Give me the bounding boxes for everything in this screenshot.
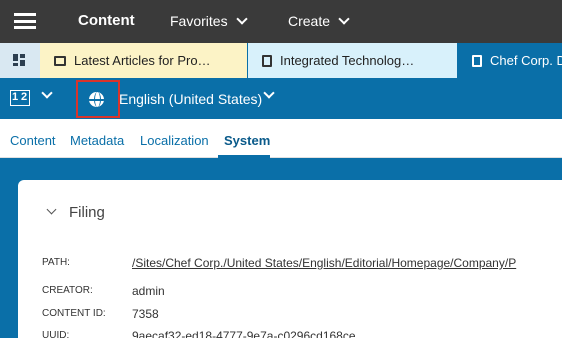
tab-localization[interactable]: Localization (140, 133, 209, 148)
path-label: PATH: (42, 257, 70, 268)
tab-integrated-technology[interactable]: Integrated Technolog… (248, 43, 457, 78)
dashboard-icon (13, 54, 25, 66)
create-label: Create (288, 13, 331, 29)
document-tabs: Latest Articles for Pro… Integrated Tech… (0, 43, 562, 78)
favorites-label: Favorites (170, 13, 228, 29)
uuid-value: 9aecaf32-ed18-4777-9e7a-c0296cd168ce (132, 329, 356, 338)
tab-system[interactable]: System (224, 133, 270, 148)
image-icon (54, 55, 66, 66)
tab-latest-articles[interactable]: Latest Articles for Pro… (40, 43, 247, 78)
favorites-menu[interactable]: Favorites (170, 12, 248, 29)
subtabs-bar: Content Metadata Localization System (0, 119, 562, 158)
tab-chef-corp[interactable]: Chef Corp. D (458, 43, 562, 78)
create-menu[interactable]: Create (288, 12, 350, 29)
content-id-label: CONTENT ID: (42, 308, 106, 319)
creator-value: admin (132, 284, 165, 298)
path-value[interactable]: /Sites/Chef Corp./United States/English/… (132, 256, 516, 270)
language-chevron-down-icon[interactable] (263, 87, 275, 99)
tab-label: Latest Articles for Pro… (74, 53, 211, 68)
tab-label: Integrated Technolog… (280, 53, 415, 68)
creator-label: CREATOR: (42, 285, 93, 296)
dashboard-tab[interactable] (0, 43, 40, 78)
content-id-value: 7358 (132, 307, 159, 321)
hamburger-menu-icon[interactable] (14, 13, 36, 29)
app-title[interactable]: Content (78, 12, 135, 29)
uuid-label: UUID: (42, 330, 70, 338)
page-number-icon[interactable]: 1 2 (10, 90, 30, 106)
filing-section-title[interactable]: Filing (69, 204, 105, 221)
chevron-down-icon (338, 12, 350, 25)
tab-content[interactable]: Content (10, 133, 56, 148)
chevron-down-icon[interactable] (41, 87, 53, 99)
tab-metadata[interactable]: Metadata (70, 133, 124, 148)
document-icon (472, 54, 482, 67)
top-bar: Content Favorites Create (0, 0, 562, 43)
language-selector[interactable]: English (United States) (119, 91, 262, 107)
tab-label: Chef Corp. D (490, 53, 562, 68)
chevron-down-icon (235, 12, 248, 25)
content-toolbar: 1 2 (0, 78, 562, 119)
globe-icon[interactable] (89, 92, 104, 107)
document-icon (262, 54, 272, 67)
